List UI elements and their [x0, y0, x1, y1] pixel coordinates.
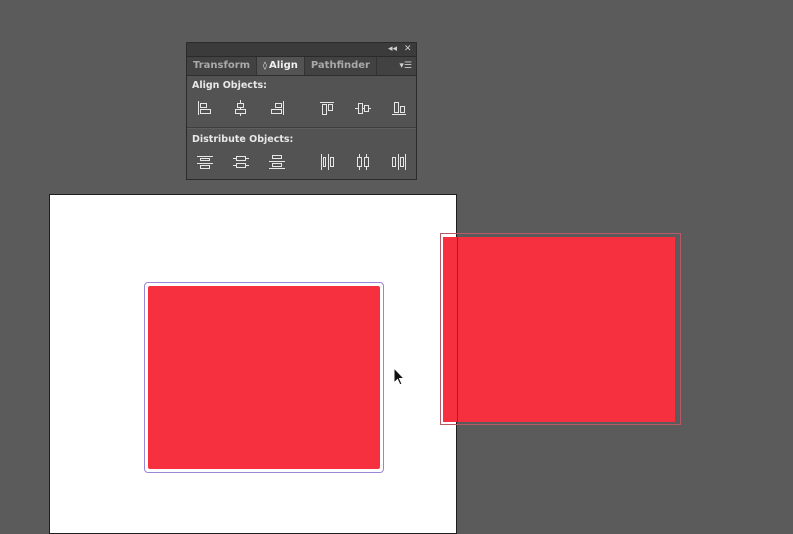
close-panel-icon[interactable]: ✕	[404, 43, 412, 56]
horizontal-align-right-icon[interactable]	[268, 99, 286, 117]
align-objects-label: Align Objects:	[192, 80, 267, 91]
collapse-panel-icon[interactable]: ◂◂	[388, 43, 397, 56]
panel-divider	[187, 127, 416, 129]
horizontal-distribute-right-icon[interactable]	[390, 153, 408, 171]
vertical-align-top-icon[interactable]	[318, 99, 336, 117]
panel-title-bar[interactable]: ◂◂ ✕	[187, 43, 416, 57]
panel-menu-icon[interactable]: ▾☰	[399, 57, 412, 75]
horizontal-align-left-icon[interactable]	[195, 99, 213, 117]
distribute-objects-label: Distribute Objects:	[192, 134, 294, 145]
tab-align[interactable]: ◊ Align	[257, 57, 305, 75]
artboard-edge-line	[457, 237, 458, 422]
panel-tabs: Transform ◊ Align Pathfinder ▾☰	[187, 57, 416, 76]
distribute-objects-buttons	[187, 153, 416, 171]
align-panel: ◂◂ ✕ Transform ◊ Align Pathfinder ▾☰ Alig…	[186, 42, 417, 180]
vertical-distribute-bottom-icon[interactable]	[268, 153, 286, 171]
vertical-align-bottom-icon[interactable]	[390, 99, 408, 117]
vertical-align-center-icon[interactable]	[354, 99, 372, 117]
vertical-distribute-top-icon[interactable]	[196, 153, 214, 171]
vertical-distribute-center-icon[interactable]	[232, 153, 250, 171]
horizontal-distribute-center-icon[interactable]	[354, 153, 372, 171]
mouse-pointer-icon	[393, 366, 406, 391]
rectangle-fill	[148, 286, 380, 469]
align-objects-buttons	[187, 99, 416, 117]
selected-rectangle[interactable]	[144, 282, 384, 473]
horizontal-distribute-left-icon[interactable]	[318, 153, 336, 171]
tab-pathfinder[interactable]: Pathfinder	[305, 57, 377, 75]
horizontal-align-center-icon[interactable]	[231, 99, 249, 117]
tab-arrows-icon: ◊	[263, 61, 267, 70]
tab-transform[interactable]: Transform	[187, 57, 258, 75]
rectangle-shape[interactable]	[443, 237, 675, 422]
